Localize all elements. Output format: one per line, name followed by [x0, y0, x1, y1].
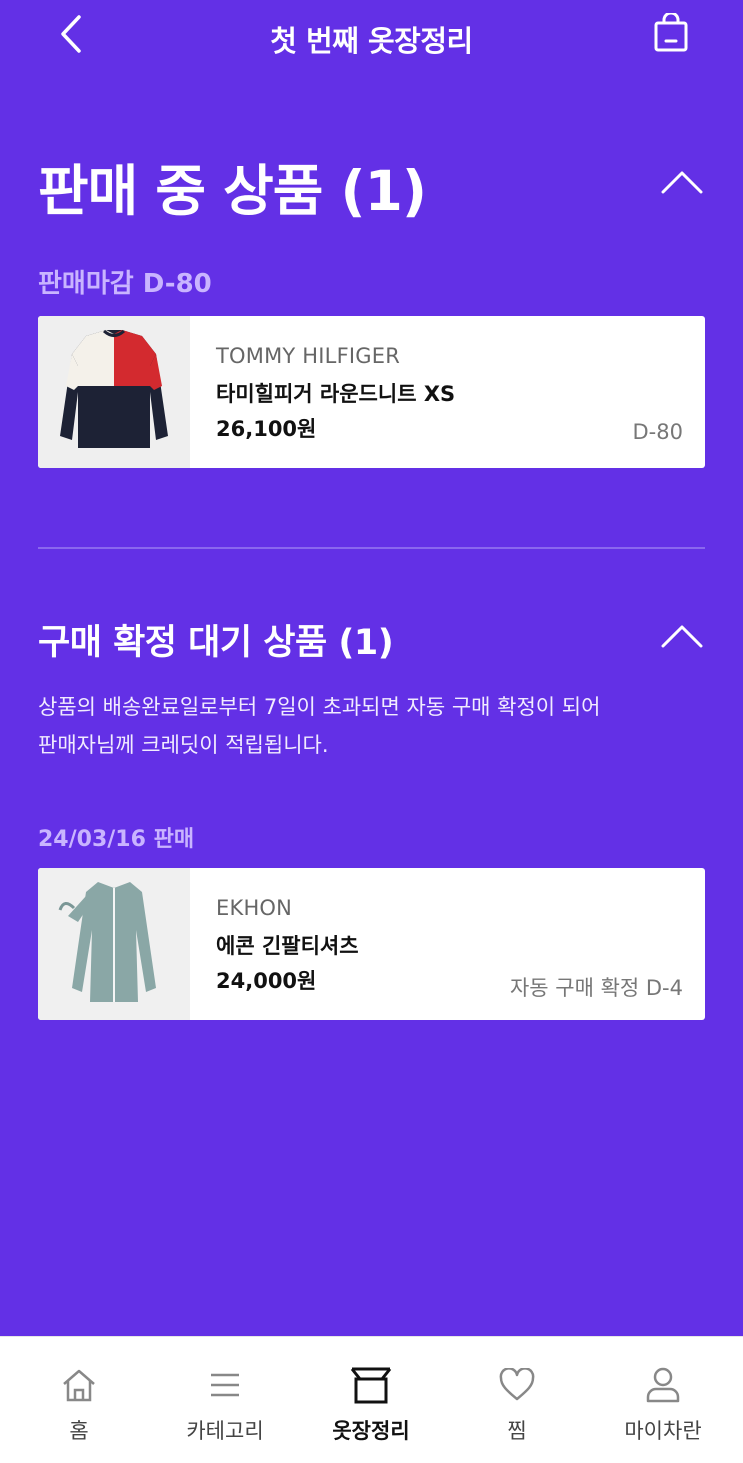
product-name: 타미힐피거 라운드니트 XS — [216, 382, 456, 406]
selling-section-title: 판매 중 상품 (1) — [38, 159, 427, 223]
pending-collapse-button[interactable] — [658, 616, 706, 656]
tab-category[interactable]: 카테고리 — [151, 1337, 299, 1463]
product-price: 26,100원 — [216, 417, 317, 441]
auto-confirm-tag: 자동 구매 확정 D-4 — [509, 976, 683, 1000]
tab-wishlist[interactable]: 찜 — [443, 1337, 591, 1463]
heart-icon — [499, 1368, 535, 1401]
auto-confirm-notice: 상품의 배송완료일로부터 7일이 초과되면 자동 구매 확정이 되어 판매자님께… — [38, 688, 678, 764]
tab-home[interactable]: 홈 — [5, 1337, 153, 1463]
tab-closet[interactable]: 옷장정리 — [297, 1337, 445, 1463]
product-price: 24,000원 — [216, 969, 317, 993]
chevron-up-icon — [661, 171, 703, 194]
top-app-bar: 첫 번째 옷장정리 — [0, 0, 743, 72]
tab-my-page[interactable]: 마이차란 — [589, 1337, 737, 1463]
sale-date-label: 24/03/16 판매 — [38, 827, 195, 852]
notice-line: 상품의 배송완료일로부터 7일이 초과되면 자동 구매 확정이 되어 — [38, 695, 601, 719]
product-image-shirt — [38, 868, 190, 1020]
tab-label: 옷장정리 — [332, 1419, 410, 1443]
product-name: 에콘 긴팔티셔츠 — [216, 934, 359, 958]
tab-label: 카테고리 — [186, 1419, 264, 1443]
pending-product-card[interactable]: EKHON 에콘 긴팔티셔츠 24,000원 자동 구매 확정 D-4 — [38, 868, 705, 1020]
product-brand: TOMMY HILFIGER — [216, 344, 400, 368]
shopping-bag-button[interactable] — [650, 10, 692, 56]
home-icon — [63, 1369, 95, 1402]
page-title: 첫 번째 옷장정리 — [270, 24, 473, 58]
product-image-sweater — [38, 316, 190, 468]
user-icon — [646, 1367, 680, 1403]
selling-collapse-button[interactable] — [658, 162, 706, 202]
product-dday-tag: D-80 — [632, 420, 683, 444]
pending-section-title: 구매 확정 대기 상품 (1) — [38, 623, 394, 663]
closet-box-icon — [350, 1367, 392, 1404]
product-brand: EKHON — [216, 896, 293, 920]
selling-deadline-label: 판매마감 D-80 — [38, 269, 212, 299]
shopping-bag-icon — [654, 13, 688, 52]
chevron-up-icon — [661, 625, 703, 648]
section-divider — [38, 547, 705, 549]
menu-icon — [211, 1373, 239, 1397]
bottom-tab-bar: 홈 카테고리 옷장정리 찜 마이차란 — [0, 1336, 743, 1463]
tab-label: 찜 — [507, 1419, 527, 1443]
notice-line: 판매자님께 크레딧이 적립됩니다. — [38, 733, 329, 757]
selling-product-card[interactable]: TOMMY HILFIGER 타미힐피거 라운드니트 XS 26,100원 D-… — [38, 316, 705, 468]
tab-label: 홈 — [69, 1419, 89, 1443]
tab-label: 마이차란 — [624, 1419, 702, 1443]
